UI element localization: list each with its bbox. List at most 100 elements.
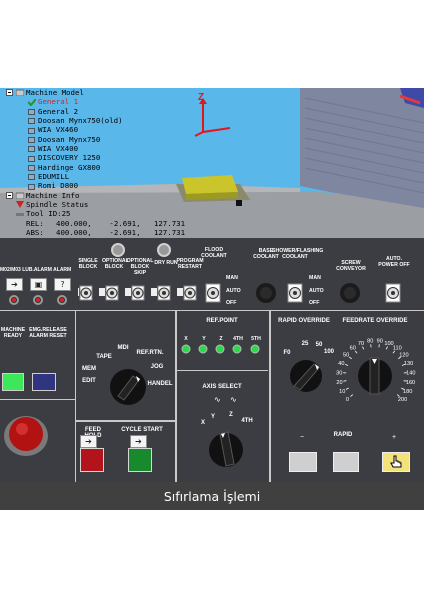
- emergency-stop-button[interactable]: [2, 414, 50, 458]
- alarm-lamp: [57, 295, 67, 305]
- feed-mark-label: 70: [358, 341, 364, 347]
- optional-block-skip-toggle[interactable]: [131, 285, 145, 301]
- feed-mark-tick: [385, 346, 388, 350]
- model-icon: [28, 136, 36, 143]
- collapse-icon[interactable]: [6, 191, 14, 199]
- tool-icon: [16, 211, 24, 218]
- model-icon: [28, 117, 36, 125]
- base-coolant-knob[interactable]: [256, 283, 276, 303]
- rapid-override-knob[interactable]: [286, 356, 326, 398]
- divider: [176, 370, 268, 371]
- tree-tool-id[interactable]: Tool ID:25: [6, 209, 246, 218]
- minus-label: −: [300, 434, 305, 441]
- tree-item-model[interactable]: Romi D800: [6, 181, 246, 190]
- optional-block-skip-label: OPTIONAL BLOCK SKIP: [126, 258, 154, 276]
- cycle-start-button[interactable]: [128, 448, 152, 472]
- man-label: MAN: [226, 275, 238, 281]
- tree-item-model[interactable]: WIA VX460: [6, 125, 246, 134]
- alarm-reset-button[interactable]: [32, 373, 56, 391]
- simulation-view: Z Machine Model General 1 General 2 Doos…: [0, 88, 424, 238]
- model-icon: [28, 108, 36, 115]
- tree-item-model[interactable]: DISCOVERY 1250: [6, 153, 246, 162]
- dry-run-toggle[interactable]: [157, 285, 171, 301]
- feed-mark-label: 50: [343, 353, 349, 359]
- feed-mark-label: 180: [403, 389, 412, 395]
- feed-mark-label: 200: [398, 397, 407, 403]
- tree-abs-coords: ABS: 400.000, -2.691, 127.731: [26, 228, 186, 238]
- tree-machine-model[interactable]: Machine Model: [6, 88, 246, 97]
- feed-mark-tick: [362, 346, 365, 350]
- shower-coolant-toggle[interactable]: [287, 283, 303, 303]
- tree-spindle-status[interactable]: Spindle Status: [6, 200, 246, 209]
- single-block-icon: [78, 288, 79, 296]
- tree-item-model[interactable]: General 2: [6, 107, 246, 116]
- auto-label: AUTO: [226, 288, 241, 294]
- screw-conveyor-knob[interactable]: [340, 283, 360, 303]
- alarm-button[interactable]: ?: [54, 278, 71, 291]
- feed-mark-label: 130: [404, 361, 413, 367]
- feed-hold-icon: ➔: [80, 435, 97, 448]
- toggle-row: [78, 283, 401, 303]
- ref-point-label: REF.POINT: [206, 318, 238, 324]
- tree-item-model[interactable]: Hardinge GX800: [6, 163, 246, 172]
- emg-release-label: EMG.RELEASE ALARM RESET: [29, 327, 67, 339]
- m02-lamp: [9, 295, 19, 305]
- machine-control-panel: M02/M03 LUB.ALARM ALARM ➔ ▣ ? SINGLE BLO…: [0, 238, 424, 482]
- feed-mark-label: 10: [339, 389, 345, 395]
- axis-select-knob[interactable]: [206, 428, 246, 470]
- model-icon: [28, 183, 36, 190]
- lub-alarm-button[interactable]: ▣: [30, 278, 47, 291]
- tree-item-model[interactable]: Doosan Mynx750(old): [6, 116, 246, 125]
- axis-select-label: AXIS SELECT: [202, 384, 242, 390]
- feed-mark-label: 90: [377, 338, 383, 344]
- tree-machine-info[interactable]: Machine Info: [6, 191, 246, 200]
- mem-label: MEM: [82, 366, 96, 372]
- rapid-button[interactable]: [333, 452, 359, 472]
- m02-button[interactable]: ➔: [6, 278, 23, 291]
- m-lub-alarm-label: M02/M03 LUB.ALARM ALARM: [0, 267, 72, 273]
- machine-ready-label: MACHINE READY: [0, 327, 26, 339]
- tree-item-general-1[interactable]: General 1: [6, 97, 246, 106]
- feed-hold-button[interactable]: [80, 448, 104, 472]
- indicator-knob-1: [111, 243, 125, 257]
- spindle-icon: [16, 201, 24, 209]
- dry-run-label: DRY RUN: [154, 260, 178, 266]
- tree-item-model[interactable]: WIA VX400: [6, 144, 246, 153]
- cycle-start-icon: ➔: [130, 435, 147, 448]
- indicator-knob-2: [157, 243, 171, 257]
- axis-4th-label: 4TH: [241, 418, 253, 424]
- axis-z-label: Z: [229, 412, 233, 418]
- auto-power-off-toggle[interactable]: [385, 283, 401, 303]
- rapid-25-label: 25: [301, 341, 309, 347]
- machine-ready-button[interactable]: [2, 373, 24, 391]
- rapid-minus-button[interactable]: [289, 452, 317, 472]
- feed-mark-tick: [354, 350, 358, 354]
- model-icon: [28, 145, 36, 153]
- feed-mark-label: 140: [406, 370, 415, 376]
- ref-z-lamp: [215, 344, 225, 354]
- tree-item-model[interactable]: Doosan Mynx750: [6, 135, 246, 144]
- shower-coolant-label: SHOWER/FLASHING COOLANT: [272, 248, 324, 260]
- optional-block-toggle[interactable]: [105, 285, 119, 301]
- single-block-toggle[interactable]: [79, 285, 93, 301]
- feed-mark-tick: [403, 380, 407, 382]
- caption-bar: Sıfırlama İşlemi: [0, 482, 424, 510]
- program-restart-toggle[interactable]: [183, 285, 197, 301]
- axis-select-rapid-icon: ∿: [230, 395, 237, 404]
- flood-coolant-label: FLOOD COOLANT: [201, 247, 227, 259]
- machine-tree: Machine Model General 1 General 2 Doosan…: [6, 88, 246, 238]
- feed-mark-tick: [345, 387, 349, 390]
- model-icon: [28, 127, 36, 134]
- feedrate-override-knob[interactable]: [355, 354, 395, 396]
- flood-coolant-toggle[interactable]: [205, 283, 221, 303]
- collapse-icon[interactable]: [6, 89, 14, 97]
- rapid-plus-button[interactable]: [382, 452, 410, 472]
- tree-item-model[interactable]: EDUMILL: [6, 172, 246, 181]
- info-icon: [15, 192, 25, 200]
- optional-block-label: OPTIONAL BLOCK: [102, 258, 129, 270]
- model-icon: [28, 173, 36, 181]
- rapid-label: RAPID: [333, 432, 353, 438]
- mode-select-knob[interactable]: [103, 362, 153, 412]
- off-label: OFF: [226, 300, 237, 306]
- ref-point-lamps: [181, 344, 260, 354]
